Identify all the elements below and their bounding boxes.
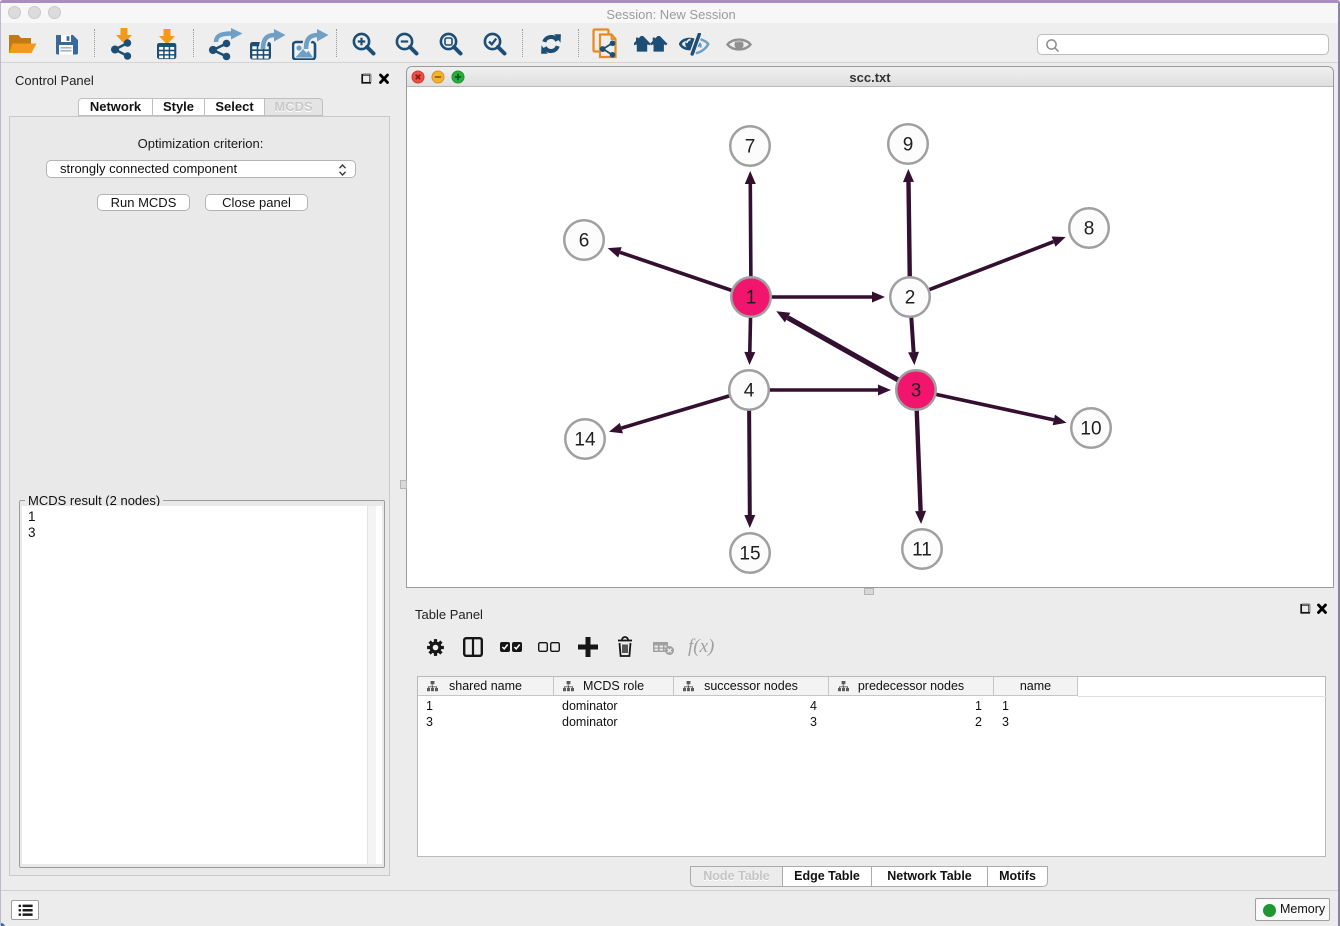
svg-text:7: 7	[745, 137, 756, 158]
svg-text:10: 10	[1080, 419, 1101, 440]
svg-text:2: 2	[905, 288, 916, 309]
svg-text:3: 3	[911, 381, 922, 402]
svg-text:11: 11	[912, 540, 932, 561]
svg-text:8: 8	[1084, 219, 1095, 240]
svg-text:14: 14	[574, 430, 596, 451]
svg-text:6: 6	[579, 231, 590, 252]
svg-text:9: 9	[903, 135, 914, 156]
svg-text:4: 4	[744, 381, 755, 402]
svg-text:15: 15	[739, 544, 760, 565]
svg-text:f(x): f(x)	[688, 637, 714, 657]
svg-text:1: 1	[746, 288, 757, 309]
